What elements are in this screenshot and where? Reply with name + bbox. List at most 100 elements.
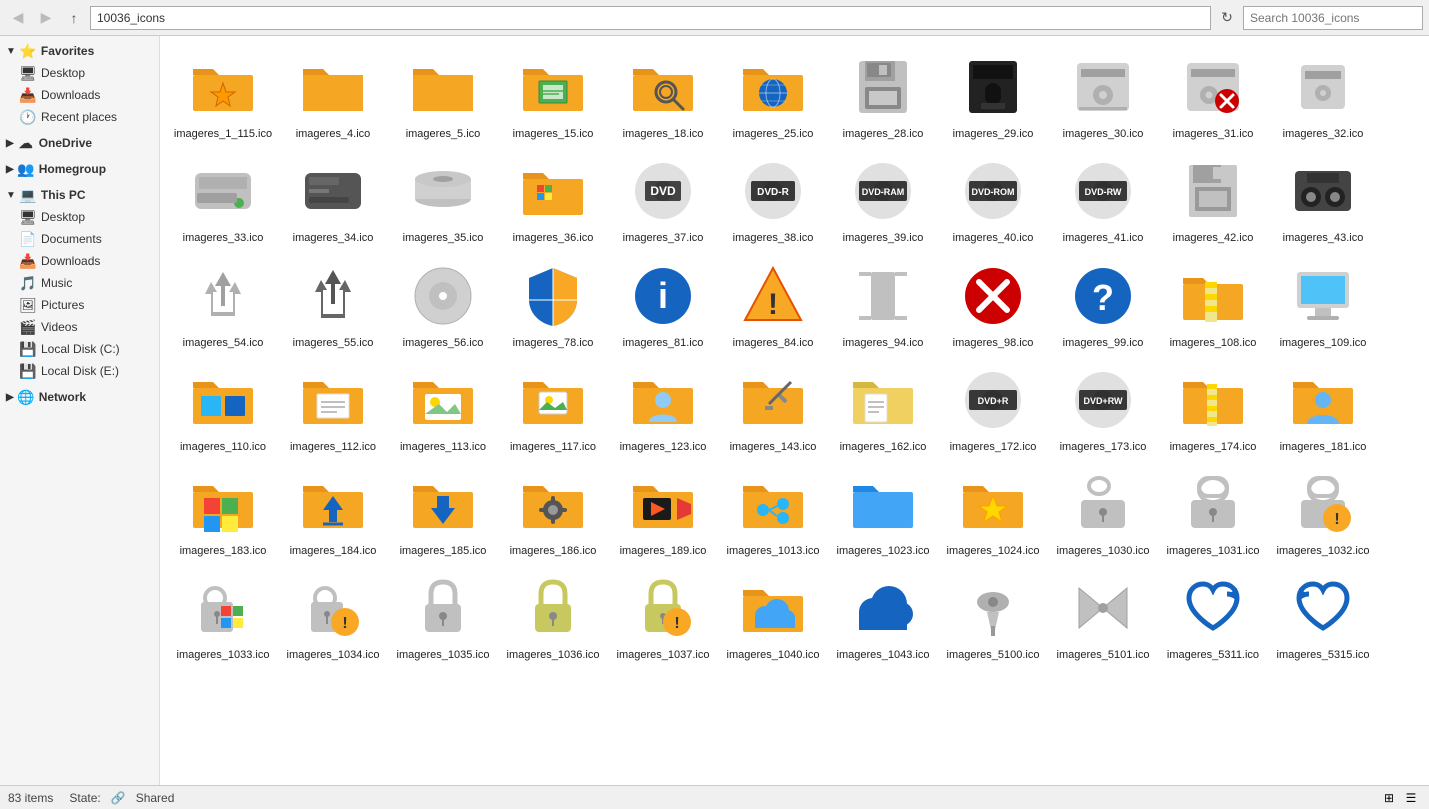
icon-item[interactable]: imageres_110.ico [168, 357, 278, 461]
icon-item[interactable]: imageres_185.ico [388, 461, 498, 565]
icon-item[interactable]: DVD-Rimageres_38.ico [718, 148, 828, 252]
icon-item[interactable]: DVD+RWimageres_173.ico [1048, 357, 1158, 461]
icon-item[interactable]: imageres_32.ico [1268, 44, 1378, 148]
icon-item[interactable]: imageres_1036.ico [498, 565, 608, 669]
icon-item[interactable]: imageres_5100.ico [938, 565, 1048, 669]
icon-item[interactable]: !imageres_1037.ico [608, 565, 718, 669]
icon-item[interactable]: imageres_35.ico [388, 148, 498, 252]
icon-item[interactable]: imageres_28.ico [828, 44, 938, 148]
favorites-header[interactable]: ▼ ⭐ Favorites [0, 40, 159, 62]
icon-item[interactable]: imageres_34.ico [278, 148, 388, 252]
icon-item[interactable]: imageres_1035.ico [388, 565, 498, 669]
icon-item[interactable]: DVD-ROMimageres_40.ico [938, 148, 1048, 252]
details-view-button[interactable]: ☰ [1401, 788, 1421, 808]
icon-item[interactable]: DVD-RAMimageres_39.ico [828, 148, 938, 252]
refresh-button[interactable]: ↻ [1215, 6, 1239, 30]
search-bar[interactable] [1243, 6, 1423, 30]
icon-item[interactable]: iimageres_81.ico [608, 253, 718, 357]
sidebar-item-disk-e[interactable]: 💾 Local Disk (E:) [0, 360, 159, 382]
icon-image [517, 155, 589, 227]
icon-item[interactable]: imageres_108.ico [1158, 253, 1268, 357]
icon-item[interactable]: imageres_31.ico [1158, 44, 1268, 148]
icon-item[interactable]: imageres_5315.ico [1268, 565, 1378, 669]
icon-item[interactable]: imageres_30.ico [1048, 44, 1158, 148]
icon-item[interactable]: imageres_1013.ico [718, 461, 828, 565]
icon-item[interactable]: imageres_1024.ico [938, 461, 1048, 565]
sidebar-item-recent[interactable]: 🕐 Recent places [0, 106, 159, 128]
icon-item[interactable]: imageres_5101.ico [1048, 565, 1158, 669]
onedrive-header[interactable]: ▶ ☁ OneDrive [0, 132, 159, 154]
thispc-header[interactable]: ▼ 💻 This PC [0, 184, 159, 206]
icon-item[interactable]: imageres_174.ico [1158, 357, 1268, 461]
icon-item[interactable]: imageres_1043.ico [828, 565, 938, 669]
icon-item[interactable]: imageres_54.ico [168, 253, 278, 357]
icon-item[interactable]: imageres_189.ico [608, 461, 718, 565]
search-input[interactable] [1250, 11, 1416, 25]
icon-item[interactable]: imageres_123.ico [608, 357, 718, 461]
icon-item[interactable]: imageres_56.ico [388, 253, 498, 357]
icon-item[interactable]: imageres_113.ico [388, 357, 498, 461]
sidebar-item-music[interactable]: 🎵 Music [0, 272, 159, 294]
onedrive-label: OneDrive [39, 136, 92, 150]
icon-item[interactable]: imageres_98.ico [938, 253, 1048, 357]
icon-item[interactable]: imageres_36.ico [498, 148, 608, 252]
sidebar-item-disk-c[interactable]: 💾 Local Disk (C:) [0, 338, 159, 360]
homegroup-header[interactable]: ▶ 👥 Homegroup [0, 158, 159, 180]
up-button[interactable]: ↑ [62, 6, 86, 30]
icon-item[interactable]: imageres_112.ico [278, 357, 388, 461]
icon-item[interactable]: imageres_18.ico [608, 44, 718, 148]
icon-item[interactable]: !imageres_1034.ico [278, 565, 388, 669]
icon-item[interactable]: DVDimageres_37.ico [608, 148, 718, 252]
icon-item[interactable]: !imageres_1032.ico [1268, 461, 1378, 565]
icon-item[interactable]: imageres_1030.ico [1048, 461, 1158, 565]
icon-item[interactable]: imageres_42.ico [1158, 148, 1268, 252]
icon-item[interactable]: imageres_15.ico [498, 44, 608, 148]
network-header[interactable]: ▶ 🌐 Network [0, 386, 159, 408]
icon-item[interactable]: imageres_1031.ico [1158, 461, 1268, 565]
icon-item[interactable]: imageres_43.ico [1268, 148, 1378, 252]
icon-item[interactable]: imageres_1023.ico [828, 461, 938, 565]
icon-item[interactable]: imageres_1040.ico [718, 565, 828, 669]
sidebar-item-downloads[interactable]: 📥 Downloads [0, 84, 159, 106]
icon-item[interactable]: !imageres_84.ico [718, 253, 828, 357]
icon-item[interactable]: imageres_143.ico [718, 357, 828, 461]
icon-item[interactable]: imageres_1_115.ico [168, 44, 278, 148]
sidebar-item-desktop[interactable]: 🖥 Desktop [0, 62, 159, 84]
icon-item[interactable]: imageres_109.ico [1268, 253, 1378, 357]
icon-image [1287, 51, 1359, 123]
icon-label: imageres_54.ico [183, 336, 264, 350]
icon-item[interactable]: imageres_162.ico [828, 357, 938, 461]
large-icons-view-button[interactable]: ⊞ [1379, 788, 1399, 808]
icon-item[interactable]: imageres_1033.ico [168, 565, 278, 669]
icon-image [957, 260, 1029, 332]
icon-item[interactable]: imageres_186.ico [498, 461, 608, 565]
icon-item[interactable]: imageres_25.ico [718, 44, 828, 148]
icon-item[interactable]: imageres_33.ico [168, 148, 278, 252]
forward-button[interactable]: ▶ [34, 6, 58, 30]
icon-image: DVD-RW [1067, 155, 1139, 227]
icon-item[interactable]: DVD+Rimageres_172.ico [938, 357, 1048, 461]
sidebar-item-pc-desktop[interactable]: 🖥 Desktop [0, 206, 159, 228]
icon-label: imageres_112.ico [290, 440, 376, 454]
icon-item[interactable]: imageres_5.ico [388, 44, 498, 148]
back-button[interactable]: ◀ [6, 6, 30, 30]
icon-item[interactable]: imageres_29.ico [938, 44, 1048, 148]
icon-item[interactable]: ?imageres_99.ico [1048, 253, 1158, 357]
sidebar-item-documents[interactable]: 📄 Documents [0, 228, 159, 250]
icon-image [297, 260, 369, 332]
icon-image [847, 572, 919, 644]
icon-label: imageres_1_115.ico [174, 127, 272, 141]
icon-item[interactable]: imageres_184.ico [278, 461, 388, 565]
icon-item[interactable]: imageres_5311.ico [1158, 565, 1268, 669]
icon-item[interactable]: imageres_181.ico [1268, 357, 1378, 461]
sidebar-item-pc-downloads[interactable]: 📥 Downloads [0, 250, 159, 272]
icon-item[interactable]: imageres_117.ico [498, 357, 608, 461]
icon-item[interactable]: imageres_183.ico [168, 461, 278, 565]
icon-item[interactable]: imageres_78.ico [498, 253, 608, 357]
icon-item[interactable]: imageres_94.ico [828, 253, 938, 357]
sidebar-item-pictures[interactable]: 🖼 Pictures [0, 294, 159, 316]
icon-item[interactable]: imageres_4.ico [278, 44, 388, 148]
icon-item[interactable]: imageres_55.ico [278, 253, 388, 357]
sidebar-item-videos[interactable]: 🎬 Videos [0, 316, 159, 338]
icon-item[interactable]: DVD-RWimageres_41.ico [1048, 148, 1158, 252]
